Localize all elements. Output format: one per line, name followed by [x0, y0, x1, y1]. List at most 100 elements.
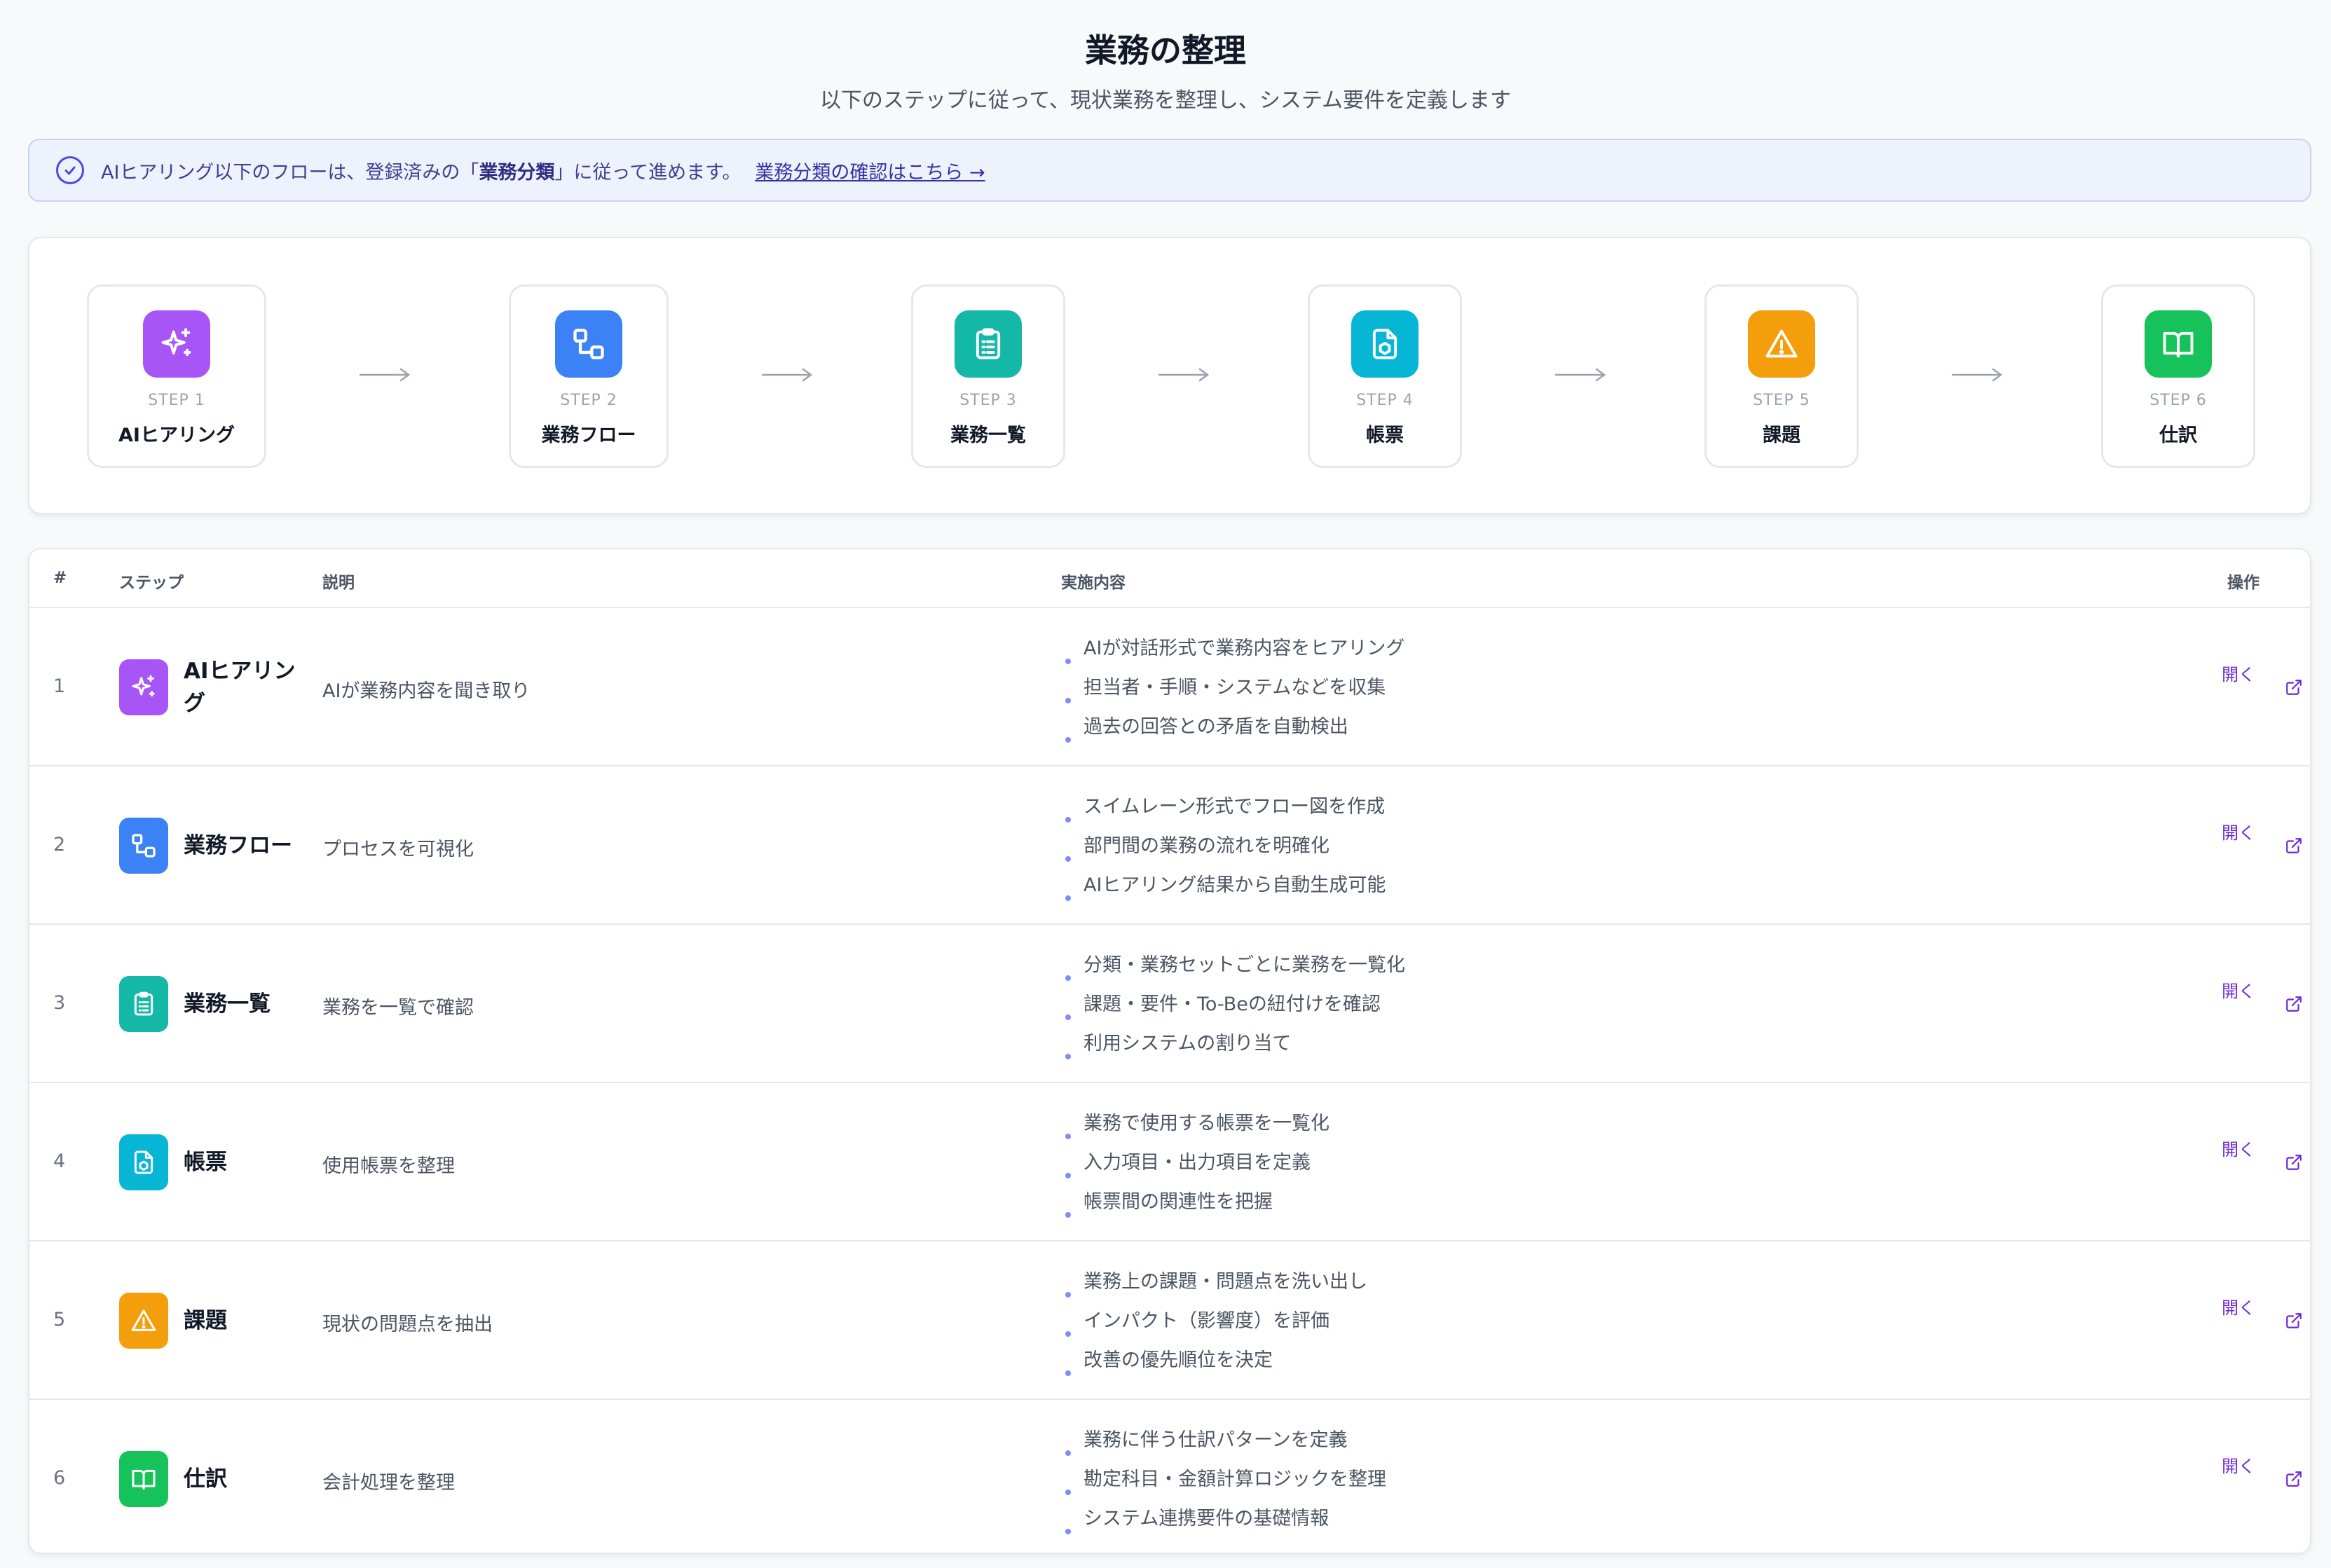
document-box-icon — [1351, 310, 1419, 378]
banner-text-after: 」に従って進めます。 — [554, 161, 741, 184]
list-item: スイムレーン形式でフロー図を作成 — [1061, 788, 1386, 827]
row-description: 使用帳票を整理 — [322, 1155, 455, 1177]
list-item: 業務に伴う仕訳パターンを定義 — [1061, 1421, 1386, 1460]
list-item: 業務で使用する帳票を一覧化 — [1061, 1104, 1329, 1143]
step-number: STEP 2 — [560, 392, 617, 409]
external-link-icon — [2285, 1153, 2303, 1171]
step-number: STEP 1 — [148, 392, 205, 409]
flow-icon — [119, 818, 168, 874]
list-item: 入力項目・出力項目を定義 — [1061, 1143, 1329, 1183]
open-label: 開く — [2222, 1140, 2255, 1160]
row-content-list: 業務に伴う仕訳パターンを定義 勘定科目・金額計算ロジックを整理 システム連携要件… — [1061, 1421, 1386, 1539]
list-item: 過去の回答との矛盾を自動検出 — [1061, 708, 1404, 747]
row-content-list: スイムレーン形式でフロー図を作成 部門間の業務の流れを明確化 AIヒアリング結果… — [1061, 788, 1386, 905]
arrow-right-icon — [359, 364, 412, 385]
warning-icon — [119, 1293, 168, 1349]
flow-icon — [555, 310, 622, 378]
check-circle-icon — [56, 156, 84, 184]
list-item: AIが対話形式で業務内容をヒアリング — [1061, 629, 1404, 668]
row-description: 会計処理を整理 — [322, 1472, 455, 1494]
step-name: 仕訳 — [2159, 425, 2197, 446]
step-card-3[interactable]: STEP 3 業務一覧 — [911, 284, 1065, 468]
header-num: # — [53, 569, 67, 587]
step-card-4[interactable]: STEP 4 帳票 — [1308, 284, 1462, 468]
external-link-icon — [2285, 995, 2303, 1013]
row-number: 4 — [53, 1150, 66, 1172]
table-header: # ステップ 説明 実施内容 操作 — [29, 549, 2310, 608]
table-row: 1 AIヒアリング AIが業務内容を聞き取り AIが対話形式で業務内容をヒアリン… — [29, 608, 2310, 766]
category-confirm-link[interactable]: 業務分類の確認はこちら → — [755, 157, 985, 184]
step-number: STEP 6 — [2149, 392, 2207, 409]
steps-table: # ステップ 説明 実施内容 操作 1 AIヒアリング AIが業務内容を聞き取り… — [28, 548, 2311, 1554]
book-open-icon — [119, 1451, 168, 1507]
sparkles-icon — [143, 310, 210, 378]
step-card-1[interactable]: STEP 1 AIヒアリング — [87, 284, 266, 468]
external-link-icon — [2285, 837, 2303, 855]
step-name: 業務フロー — [541, 425, 636, 446]
list-item: 改善の優先順位を決定 — [1061, 1341, 1367, 1380]
step-card-6[interactable]: STEP 6 仕訳 — [2101, 284, 2255, 468]
banner-text-strong: 業務分類 — [479, 161, 555, 184]
book-open-icon — [2145, 310, 2212, 378]
header-action: 操作 — [2227, 574, 2260, 592]
list-item: 利用システムの割り当て — [1061, 1024, 1405, 1064]
open-label: 開く — [2222, 665, 2255, 685]
document-box-icon — [119, 1134, 168, 1190]
page-subtitle: 以下のステップに従って、現状業務を整理し、システム要件を定義します — [819, 88, 1512, 113]
clipboard-list-icon — [955, 310, 1022, 378]
row-content-list: 業務上の課題・問題点を洗い出し インパクト（影響度）を評価 改善の優先順位を決定 — [1061, 1263, 1367, 1380]
external-link-icon — [2285, 678, 2303, 696]
external-link-icon — [2285, 1312, 2303, 1330]
step-card-2[interactable]: STEP 2 業務フロー — [509, 284, 669, 468]
row-content-list: 分類・業務セットごとに業務を一覧化 課題・要件・To-Beの紐付けを確認 利用シ… — [1061, 946, 1405, 1064]
open-button[interactable]: 開く — [2222, 1138, 2302, 1170]
open-button[interactable]: 開く — [2222, 663, 2302, 695]
list-item: 業務上の課題・問題点を洗い出し — [1061, 1263, 1367, 1302]
list-item: 勘定科目・金額計算ロジックを整理 — [1061, 1460, 1386, 1499]
header-step: ステップ — [119, 574, 184, 592]
info-banner: AIヒアリング以下のフローは、登録済みの「 業務分類 」に従って進めます。 業務分類… — [28, 139, 2311, 202]
row-description: 業務を一覧で確認 — [322, 997, 474, 1019]
step-number: STEP 3 — [959, 392, 1017, 409]
step-name: 業務一覧 — [950, 425, 1026, 446]
open-button[interactable]: 開く — [2222, 1296, 2302, 1328]
step-number: STEP 4 — [1356, 392, 1414, 409]
external-link-icon — [2285, 1470, 2303, 1488]
row-number: 3 — [53, 992, 66, 1014]
row-number: 2 — [53, 834, 66, 855]
row-content-list: 業務で使用する帳票を一覧化 入力項目・出力項目を定義 帳票間の関連性を把握 — [1061, 1104, 1329, 1222]
list-item: 分類・業務セットごとに業務を一覧化 — [1061, 946, 1405, 985]
step-name: AIヒアリング — [118, 425, 235, 446]
table-row: 2 業務フロー プロセスを可視化 スイムレーン形式でフロー図を作成 部門間の業務… — [29, 766, 2310, 925]
row-content-list: AIが対話形式で業務内容をヒアリング 担当者・手順・システムなどを収集 過去の回… — [1061, 629, 1404, 747]
row-step-name: 業務フロー — [184, 833, 292, 858]
step-card-5[interactable]: STEP 5 課題 — [1704, 284, 1859, 468]
row-description: 現状の問題点を抽出 — [322, 1314, 493, 1335]
step-number: STEP 5 — [1753, 392, 1810, 409]
header-desc: 説明 — [322, 574, 355, 592]
open-button[interactable]: 開く — [2222, 1454, 2302, 1487]
arrow-right-icon — [761, 364, 814, 385]
banner-text-before: AIヒアリング以下のフローは、登録済みの「 — [101, 161, 479, 184]
row-step-name: AIヒアリング — [184, 659, 296, 716]
open-button[interactable]: 開く — [2222, 821, 2302, 853]
arrow-right-icon — [1554, 364, 1608, 385]
row-step-name: 業務一覧 — [184, 991, 271, 1017]
list-item: 帳票間の関連性を把握 — [1061, 1183, 1329, 1222]
table-row: 4 帳票 使用帳票を整理 業務で使用する帳票を一覧化 入力項目・出力項目を定義 … — [29, 1083, 2310, 1242]
open-label: 開く — [2222, 1298, 2255, 1318]
open-button[interactable]: 開く — [2222, 979, 2302, 1012]
row-step-name: 帳票 — [184, 1150, 227, 1175]
list-item: 課題・要件・To-Beの紐付けを確認 — [1061, 985, 1405, 1024]
clipboard-list-icon — [119, 976, 168, 1032]
open-label: 開く — [2222, 823, 2255, 843]
row-description: AIが業務内容を聞き取り — [322, 680, 531, 702]
arrow-right-icon — [1158, 364, 1211, 385]
row-description: プロセスを可視化 — [322, 839, 474, 860]
list-item: 担当者・手順・システムなどを収集 — [1061, 668, 1404, 708]
header-content: 実施内容 — [1061, 574, 1126, 592]
row-number: 1 — [53, 675, 66, 697]
table-row: 6 仕訳 会計処理を整理 業務に伴う仕訳パターンを定義 勘定科目・金額計算ロジッ… — [29, 1400, 2310, 1553]
steps-flow-card: STEP 1 AIヒアリング STEP 2 業務フロー STEP 3 業務一覧 … — [28, 237, 2311, 514]
open-label: 開く — [2222, 1457, 2255, 1476]
